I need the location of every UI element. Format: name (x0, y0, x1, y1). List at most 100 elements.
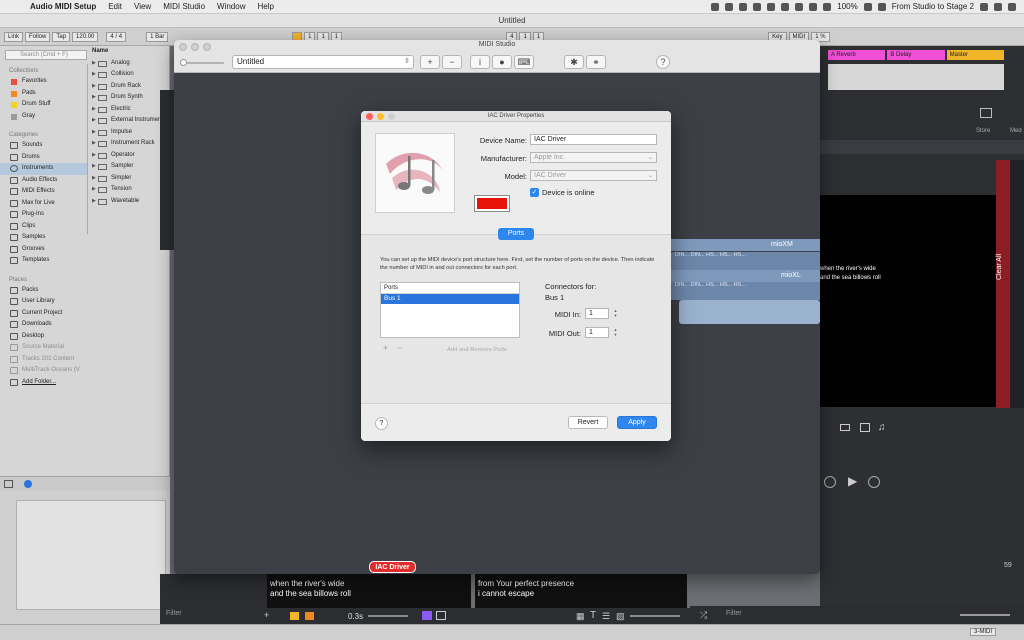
follow-button[interactable]: Follow (25, 31, 51, 42)
device-info-icon[interactable]: i (470, 55, 490, 69)
forward-icon[interactable] (868, 476, 880, 488)
grid-icon[interactable] (305, 612, 314, 620)
category-samples[interactable]: Samples (0, 232, 87, 244)
remove-device-button[interactable]: − (442, 55, 462, 69)
iac-driver-device[interactable]: IAC Driver (369, 561, 416, 573)
volume-icon[interactable] (809, 2, 818, 11)
instrument-item[interactable]: ▶ Tension (88, 184, 170, 196)
subtitle-icon[interactable] (840, 424, 850, 431)
clear-all-strip[interactable]: Clear All (996, 160, 1010, 408)
menu-edit[interactable]: Edit (102, 2, 128, 11)
slider-knob[interactable] (180, 59, 187, 66)
lyric-slide-left[interactable]: when the river's wide and the sea billow… (267, 572, 471, 608)
status-icon[interactable] (781, 2, 790, 11)
shuffle-icon[interactable]: ⤮ (700, 610, 707, 621)
help-button[interactable]: ? (375, 417, 388, 430)
store-tab[interactable]: Store (976, 128, 990, 134)
media-tab[interactable]: Med (1010, 128, 1022, 134)
list-icon[interactable]: ☰ (602, 611, 610, 622)
network-icon[interactable]: ⚭ (586, 55, 606, 69)
menu-view[interactable]: View (128, 2, 157, 11)
instrument-item[interactable]: ▶ Operator (88, 150, 170, 162)
tempo-field[interactable]: 120.00 (72, 31, 99, 42)
dropbox-icon[interactable] (753, 2, 762, 11)
instrument-item[interactable]: ▶ Electric (88, 104, 170, 116)
add-port-button[interactable]: + (383, 343, 388, 353)
rewind-icon[interactable] (824, 476, 836, 488)
place-current-project[interactable]: Current Project (0, 308, 87, 320)
instrument-item[interactable]: ▶ Analog (88, 58, 170, 70)
clear-all-button[interactable]: Clear All (996, 254, 1003, 280)
menu-window[interactable]: Window (211, 2, 251, 11)
category-audio-effects[interactable]: Audio Effects (0, 175, 87, 187)
time-signature[interactable]: 4 / 4 (106, 31, 127, 42)
music-icon[interactable]: ♫ (878, 422, 886, 433)
collection-gray[interactable]: Gray (0, 111, 87, 123)
add-folder-button[interactable]: Add Folder... (0, 377, 87, 389)
battery-percent[interactable]: 100% (837, 2, 857, 11)
device-online-checkbox[interactable]: ✓ (530, 188, 539, 197)
size-slider[interactable] (630, 615, 680, 617)
device-mioxl[interactable]: mioXL (671, 270, 820, 282)
track-master[interactable]: Master (946, 50, 1004, 60)
remove-port-button[interactable]: − (397, 343, 402, 353)
instrument-item[interactable]: ▶ Drum Synth (88, 92, 170, 104)
siri-icon[interactable] (994, 2, 1002, 11)
close-dialog-icon[interactable] (366, 113, 373, 120)
zoom-slider[interactable] (960, 614, 1010, 616)
device-color-well[interactable] (474, 195, 510, 212)
cart-icon[interactable] (980, 108, 992, 118)
track-a-reverb[interactable]: A Reverb (828, 50, 886, 60)
instrument-item[interactable]: ▶ External Instrument (88, 115, 170, 127)
category-instruments[interactable]: Instruments (0, 163, 87, 175)
instrument-item[interactable]: ▶ Instrument Rack (88, 138, 170, 150)
category-clips[interactable]: Clips (0, 221, 87, 233)
instrument-item[interactable]: ▶ Collision (88, 69, 170, 81)
place-tracks-201[interactable]: Tracks 201 Content (0, 354, 87, 366)
filter-field-right[interactable]: Filter (726, 610, 742, 617)
apply-button[interactable]: Apply (617, 416, 657, 429)
device-icon[interactable] (375, 133, 455, 213)
text-icon[interactable]: T (590, 610, 596, 621)
midi-track-badge[interactable]: 3-MIDI (970, 628, 996, 636)
notification-icon[interactable] (1008, 2, 1016, 11)
rescan-icon[interactable]: ● (492, 55, 512, 69)
revert-button[interactable]: Revert (568, 416, 608, 429)
instrument-item[interactable]: ▶ Impulse (88, 127, 170, 139)
filter-field-left[interactable]: Filter (166, 610, 182, 617)
minimize-dialog-icon[interactable] (377, 113, 384, 120)
bluetooth-icon[interactable] (739, 2, 748, 11)
category-grooves[interactable]: Grooves (0, 244, 87, 256)
collection-favorites[interactable]: Favorites (0, 76, 87, 88)
midi-in-field[interactable]: 1 (585, 308, 609, 319)
wifi-icon[interactable] (823, 2, 832, 11)
collection-drum-stuff[interactable]: Drum Stuff (0, 99, 87, 111)
link-button[interactable]: Link (4, 31, 24, 42)
thumbnail-icon[interactable]: ▧ (616, 611, 625, 622)
lyric-slide-right[interactable]: from Your perfect presence i cannot esca… (475, 572, 687, 608)
icon-size-slider[interactable] (180, 59, 224, 66)
collection-pads[interactable]: Pads (0, 88, 87, 100)
port-row-bus-1[interactable]: Bus 1 (381, 294, 519, 304)
view-icon[interactable] (436, 611, 446, 620)
device-name-field[interactable]: IAC Driver (530, 134, 657, 145)
add-device-button[interactable]: + (420, 55, 440, 69)
preview-icon[interactable] (4, 480, 13, 488)
battery-icon[interactable] (863, 2, 872, 11)
category-plug-ins[interactable]: Plug-Ins (0, 209, 87, 221)
browser-search[interactable]: Search (Cmd + F) (5, 50, 87, 60)
layout-icon[interactable] (290, 612, 299, 620)
menu-status-text[interactable]: From Studio to Stage 2 (892, 2, 974, 11)
category-templates[interactable]: Templates (0, 255, 87, 267)
preview-toggle-icon[interactable] (24, 480, 32, 488)
instrument-item[interactable]: ▶ Simpler (88, 173, 170, 185)
instrument-item[interactable]: ▶ Wavetable (88, 196, 170, 208)
instrument-item[interactable]: ▶ Drum Rack (88, 81, 170, 93)
category-max-for-live[interactable]: Max for Live (0, 198, 87, 210)
configuration-popup[interactable]: Untitled ⇳ (232, 55, 414, 69)
instrument-item[interactable]: ▶ Sampler (88, 161, 170, 173)
category-midi-effects[interactable]: MIDI Effects (0, 186, 87, 198)
category-sounds[interactable]: Sounds (0, 140, 87, 152)
tap-button[interactable]: Tap (52, 31, 71, 42)
play-icon[interactable]: ▶ (848, 474, 857, 488)
